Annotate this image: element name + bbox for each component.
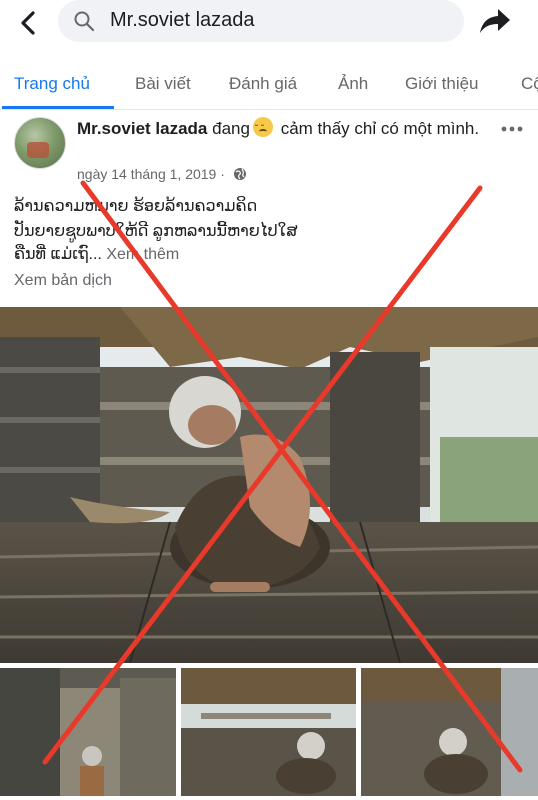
tab-posts[interactable]: Bài viết [135,74,191,94]
tab-community[interactable]: Cộ [521,74,538,94]
post-header: Mr.soviet lazada đang cảm thấy chỉ có mộ… [77,117,487,141]
post-text-line-1: ລ້ານຄວາມຫມາຍ ຮ້ອຍລ້ານຄວາມຄິດ [14,198,258,215]
search-input[interactable]: Mr.soviet lazada [58,0,464,42]
tab-home[interactable]: Trang chủ [14,74,90,94]
search-icon [74,11,95,32]
post-author[interactable]: Mr.soviet lazada [77,119,207,138]
sad-emoji-icon [252,117,273,141]
status-prefix: đang [212,119,250,138]
post-text-line-3: ຄືນທີ່ ແມ່ເຖົ... Xem thêm [14,244,179,264]
post-photo-main[interactable] [0,307,538,663]
post-meta: ngày 14 tháng 1, 2019 · [77,166,247,182]
globe-icon [233,168,246,180]
search-query: Mr.soviet lazada [110,9,255,31]
tab-about[interactable]: Giới thiệu [405,74,479,94]
tab-photos[interactable]: Ảnh [338,74,368,94]
post-photo-thumb-2[interactable] [181,668,356,796]
top-bar: Mr.soviet lazada [0,0,538,46]
page-tabs: Trang chủ Bài viết Đánh giá Ảnh Giới thi… [0,62,538,110]
post-text-line-3-text: ຄືນທີ່ ແມ່ເຖົ... [14,246,102,263]
share-arrow-icon[interactable] [478,6,512,36]
post-text-line-2: ປັນຍາຍຊູບພາບໃຫ້ດີ ລູກຫລານນີ້ຫາຍໄປໃສ [14,223,298,240]
tab-reviews[interactable]: Đánh giá [229,74,297,94]
avatar[interactable] [14,117,66,169]
more-dots-icon[interactable] [500,120,524,138]
back-arrow-icon[interactable] [14,8,44,38]
post-date[interactable]: ngày 14 tháng 1, 2019 · [77,166,225,182]
status-text: cảm thấy chỉ có một mình. [280,119,480,138]
active-tab-indicator [2,106,114,109]
post-photo-thumb-1[interactable] [0,668,176,796]
post-photo-thumb-3[interactable] [361,668,538,796]
see-more-link[interactable]: Xem thêm [106,246,179,263]
translate-link[interactable]: Xem bản dịch [14,272,112,290]
